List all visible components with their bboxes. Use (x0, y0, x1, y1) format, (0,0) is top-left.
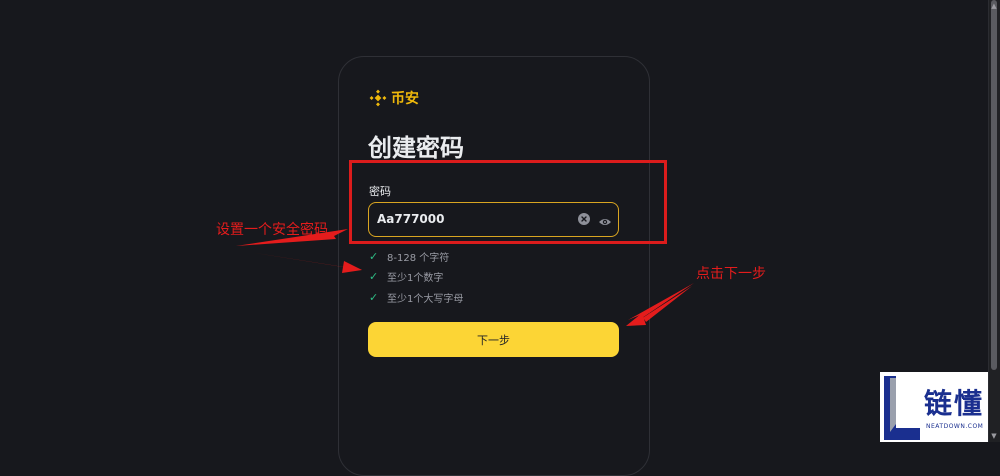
logo: 币安 (369, 88, 419, 108)
logo-text: 币安 (391, 91, 419, 107)
watermark-text: 链懂 (924, 387, 985, 420)
page-title: 创建密码 (368, 134, 464, 162)
check-icon: ✓ (369, 291, 379, 304)
create-password-card (338, 56, 650, 476)
scroll-up-arrow-icon[interactable]: ▲ (990, 2, 998, 10)
requirement-length: ✓ 8-128 个字符 (369, 249, 449, 264)
binance-logo-icon (369, 89, 387, 107)
requirement-uppercase: ✓ 至少1个大写字母 (369, 290, 463, 305)
annotation-right-text: 点击下一步 (696, 266, 766, 282)
requirement-text: 至少1个大写字母 (387, 294, 464, 305)
watermark-subtext: NEATDOWN.COM (926, 423, 984, 430)
watermark-l-icon (884, 376, 920, 440)
check-icon: ✓ (369, 270, 379, 283)
requirement-text: 至少1个数字 (387, 273, 444, 284)
next-step-button[interactable]: 下一步 (368, 322, 619, 357)
annotation-highlight-box (349, 160, 667, 244)
scroll-down-arrow-icon[interactable]: ▼ (990, 432, 998, 440)
annotation-left-text: 设置一个安全密码 (216, 222, 328, 238)
requirement-text: 8-128 个字符 (387, 253, 450, 264)
check-icon: ✓ (369, 250, 379, 263)
scrollbar-thumb[interactable] (991, 0, 997, 370)
watermark-logo: 链懂 NEATDOWN.COM (880, 372, 988, 442)
requirement-number: ✓ 至少1个数字 (369, 269, 443, 284)
